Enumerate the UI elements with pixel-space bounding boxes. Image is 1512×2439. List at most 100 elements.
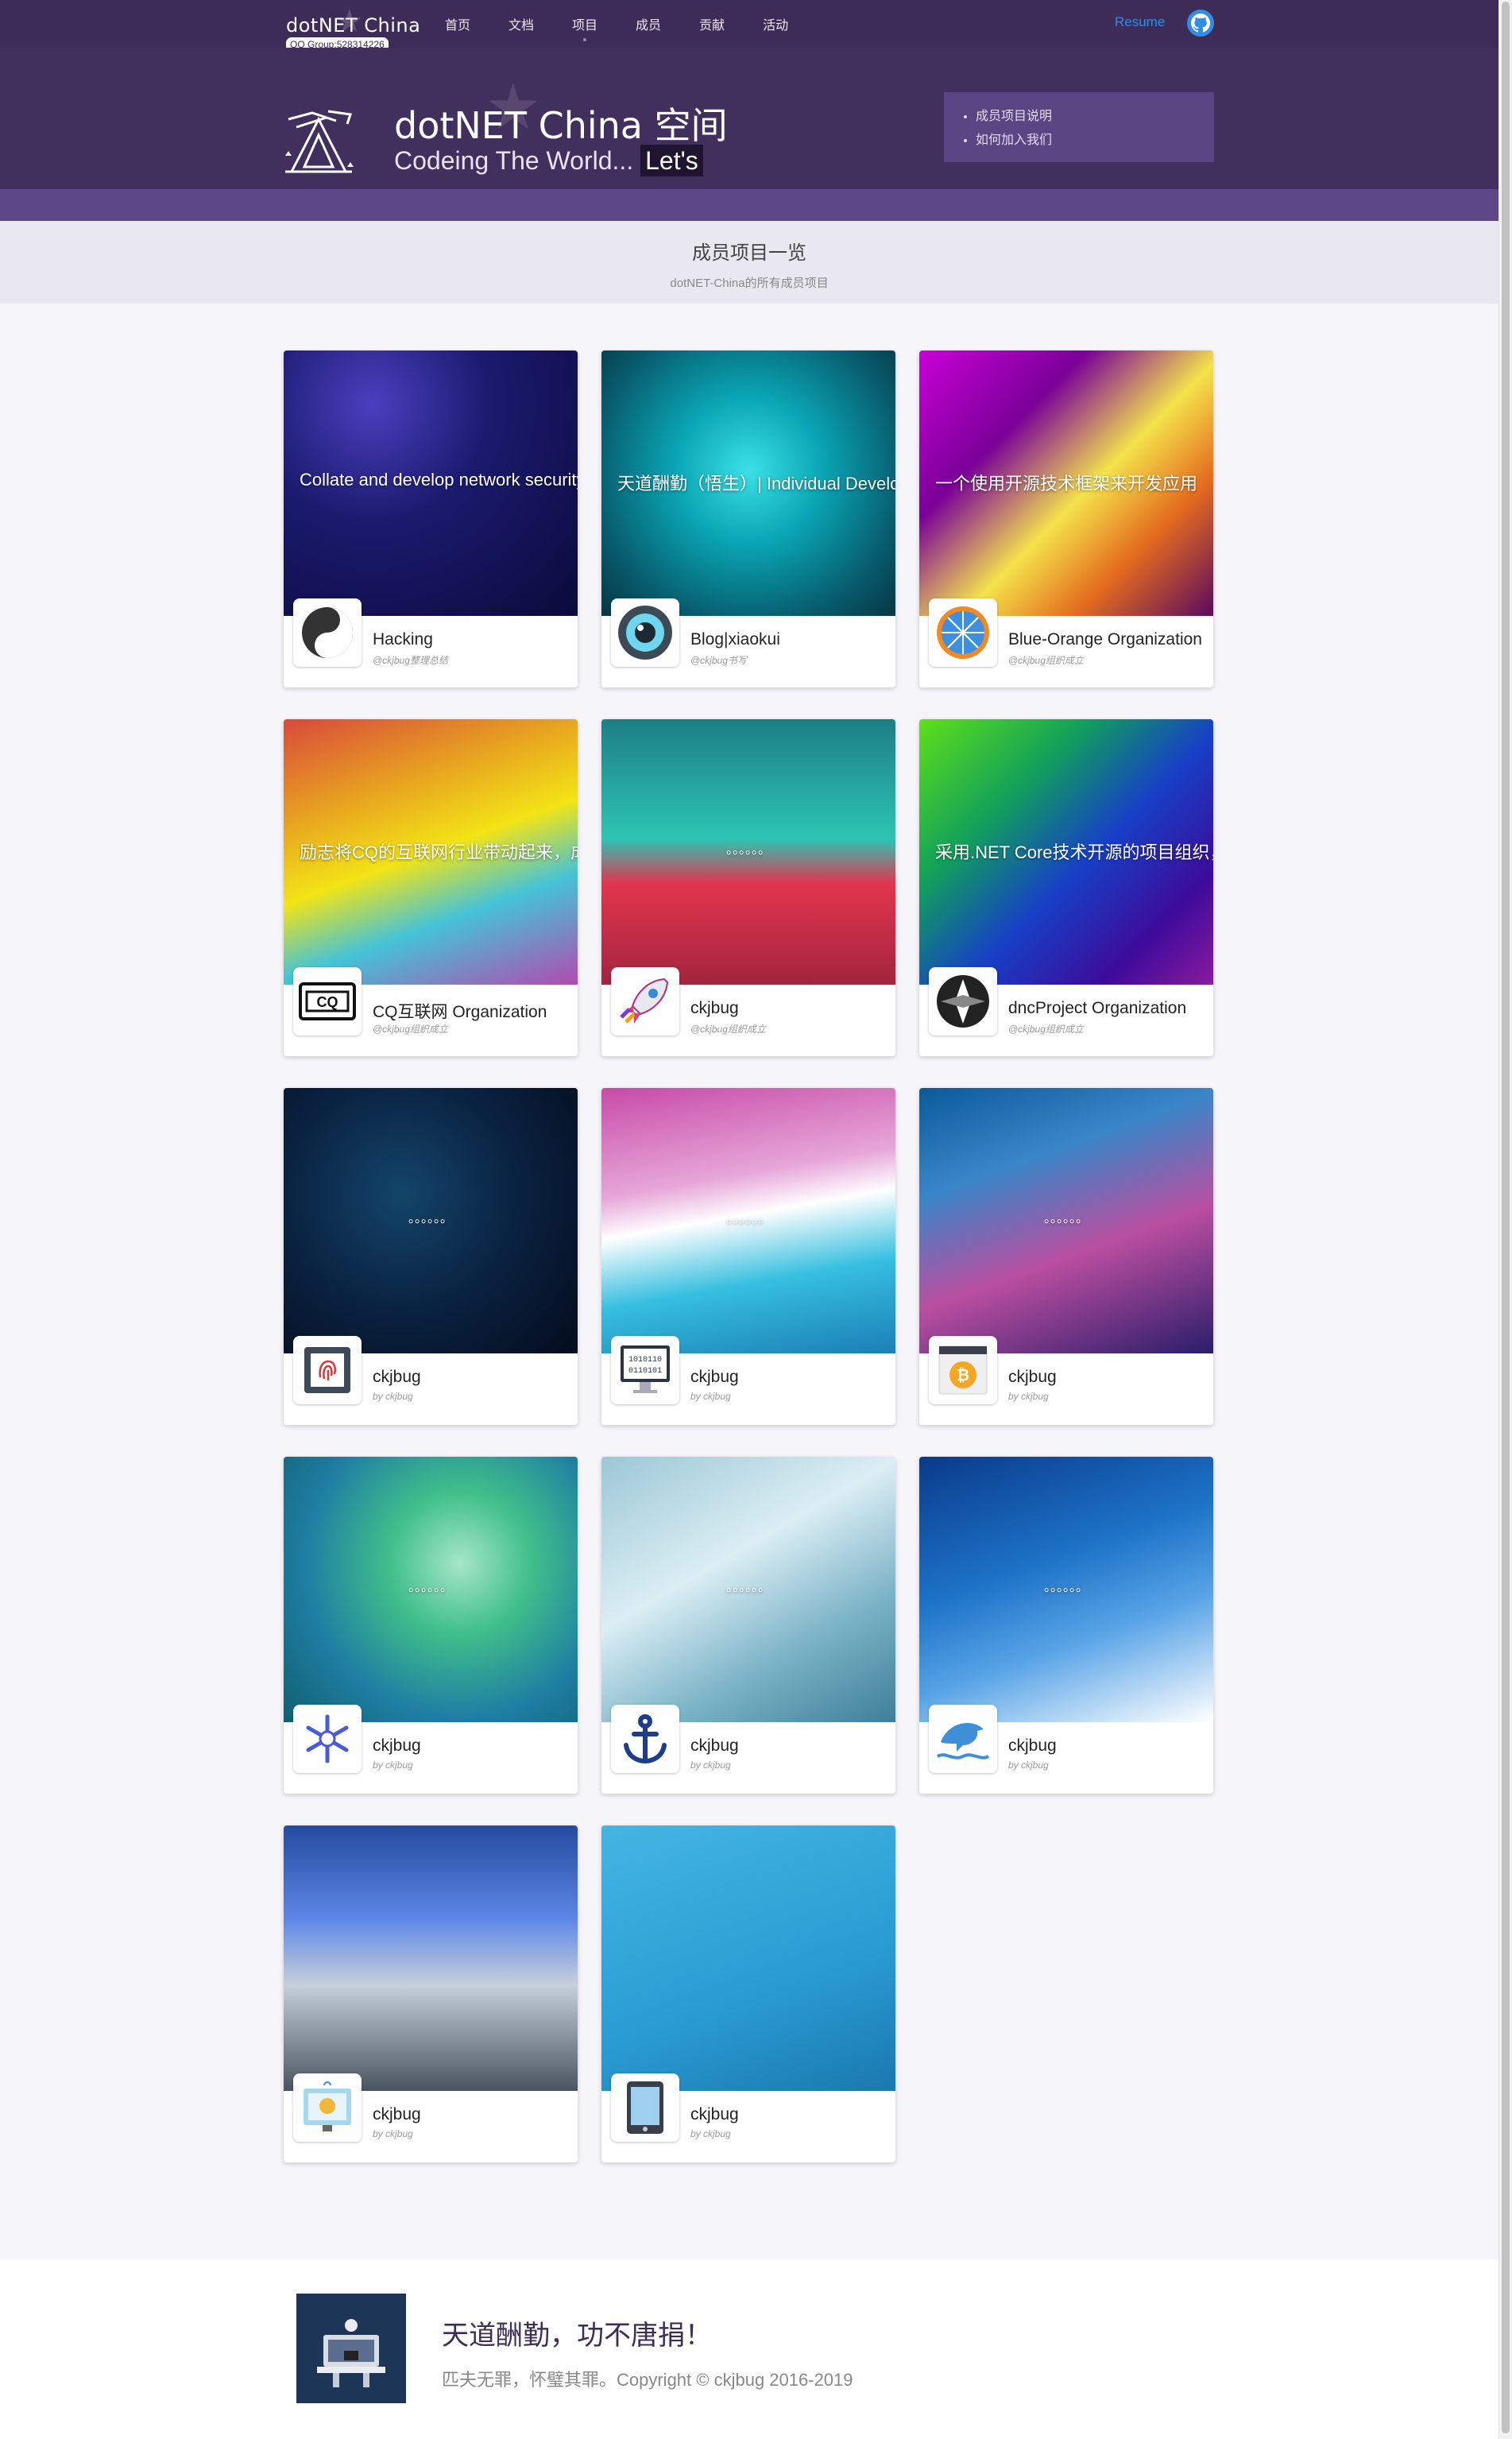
project-name[interactable]: ckjbug <box>373 1368 421 1387</box>
nav-item-home[interactable]: 首页 <box>445 14 470 33</box>
project-cover-image[interactable]: 。。。。。。 <box>284 1088 578 1353</box>
project-name[interactable]: Blog|xiaokui <box>690 630 780 649</box>
project-card[interactable]: Collate and develop network security Hack… <box>284 350 578 687</box>
project-name[interactable]: ckjbug <box>690 2105 739 2124</box>
project-cover-image[interactable]: 。。。。。。 <box>919 1088 1213 1353</box>
project-name[interactable]: dncProject Organization <box>1008 999 1186 1018</box>
project-card[interactable]: 采用.NET Core技术开源的项目组织， dncProject Organiza… <box>919 719 1213 1056</box>
project-card[interactable]: 。。。。。。 ₿ ckjbug by ckjbug <box>919 1088 1213 1425</box>
bitcoin-icon: ₿ <box>929 1336 997 1404</box>
project-cover-image[interactable]: Collate and develop network security <box>284 350 578 616</box>
footer-heading: 天道酬勤，功不唐捐！ <box>442 2320 712 2352</box>
cq-icon: CQ <box>293 967 362 1036</box>
project-description: 。。。。。。 <box>725 1581 771 1594</box>
project-author: by ckjbug <box>1008 1760 1049 1771</box>
project-card[interactable]: 励志将CQ的互联网行业带动起来，成 CQ CQ互联网 Organization @ck… <box>284 719 578 1056</box>
star-icon: ★ <box>335 4 364 39</box>
tablet-icon <box>611 2073 679 2142</box>
project-cover-image[interactable]: 励志将CQ的互联网行业带动起来，成 <box>284 719 578 985</box>
top-navbar: ★ dotNET China QQ Group:528314226 首页 文档 … <box>0 0 1498 52</box>
project-author: @ckjbug组织成立 <box>1008 1024 1084 1035</box>
project-cover-image[interactable]: 。。。。。。 <box>284 1457 578 1722</box>
project-author: @ckjbug组织成立 <box>373 1024 448 1035</box>
project-description: 一个使用开源技术框架来开发应用 <box>935 474 1198 494</box>
camera-lens-icon <box>611 598 679 667</box>
project-card[interactable]: 。。。。。。 ckjbug by ckjbug <box>601 1457 895 1794</box>
footer: 天道酬勤，功不唐捐！ 匹夫无罪，怀璧其罪。Copyright © ckjbug … <box>0 2259 1498 2439</box>
nav-item-docs[interactable]: 文档 <box>509 14 534 33</box>
rocket-icon <box>611 967 679 1036</box>
binary-monitor-icon: 1010110 0110101 <box>611 1336 679 1404</box>
svg-text:CQ: CQ <box>317 994 338 1010</box>
project-description: 采用.NET Core技术开源的项目组织， <box>935 842 1213 862</box>
side-link-join-us[interactable]: 如何加入我们 <box>976 129 1214 153</box>
project-author: by ckjbug <box>690 1760 731 1771</box>
cover-background <box>601 1825 895 2091</box>
project-card[interactable]: 。。。。。。 ckjbug by ckjbug <box>919 1457 1213 1794</box>
side-link-project-guide[interactable]: 成员项目说明 <box>976 105 1214 129</box>
project-card[interactable]: 。。。。。。 1010110 0110101 ckjbug by ckjbug <box>601 1088 895 1425</box>
project-name[interactable]: ckjbug <box>690 999 739 1018</box>
resume-link[interactable]: Resume <box>1115 14 1165 30</box>
hero-side-links: 成员项目说明 如何加入我们 <box>944 92 1214 162</box>
project-card[interactable]: 天道酬勤（悟生）| Individual Developer Blog|xiaok… <box>601 350 895 687</box>
project-cover-image[interactable]: 。。。。。。 <box>601 719 895 985</box>
nav-item-projects[interactable]: 项目 <box>572 14 597 41</box>
project-description: 励志将CQ的互联网行业带动起来，成 <box>300 842 578 862</box>
page-scrollbar[interactable] <box>1498 0 1512 2439</box>
hero-title: dotNET China 空间 <box>394 104 728 147</box>
project-name[interactable]: ckjbug <box>373 2105 421 2124</box>
anchor-icon <box>611 1705 679 1773</box>
section-header: 成员项目一览 dotNET-China的所有成员项目 <box>0 221 1498 304</box>
project-author: by ckjbug <box>373 1760 413 1771</box>
project-name[interactable]: Blue-Orange Organization <box>1008 630 1202 649</box>
project-card[interactable]: ckjbug by ckjbug <box>601 1825 895 2162</box>
project-cover-image[interactable] <box>601 1825 895 2091</box>
svg-text:₿: ₿ <box>957 1367 969 1384</box>
nav-item-contribute[interactable]: 贡献 <box>699 14 725 33</box>
snowflake-icon <box>293 1705 362 1773</box>
project-card[interactable]: ckjbug by ckjbug <box>284 1825 578 2162</box>
project-author: by ckjbug <box>690 2128 731 2139</box>
project-name[interactable]: ckjbug <box>1008 1368 1057 1387</box>
project-description: 天道酬勤（悟生）| Individual Developer <box>617 474 895 494</box>
project-cover-image[interactable]: 。。。。。。 <box>601 1088 895 1353</box>
svg-text:1010110: 1010110 <box>628 1356 662 1365</box>
project-description: 。。。。。。 <box>408 1581 453 1594</box>
hero-band <box>0 189 1498 221</box>
hero-subtitle: Codeing The World... Let's <box>394 145 703 176</box>
svg-text:0110101: 0110101 <box>628 1367 662 1376</box>
project-description: 。。。。。。 <box>1043 1581 1089 1594</box>
project-name[interactable]: ckjbug <box>690 1368 739 1387</box>
project-cover-image[interactable]: 天道酬勤（悟生）| Individual Developer <box>601 350 895 616</box>
project-card[interactable]: 。。。。。。 ckjbug by ckjbug <box>284 1457 578 1794</box>
dnc-icon <box>929 967 997 1036</box>
display-board-icon <box>293 2073 362 2142</box>
project-name[interactable]: CQ互联网 Organization <box>373 999 547 1023</box>
project-author: by ckjbug <box>373 2128 413 2139</box>
project-name[interactable]: Hacking <box>373 630 433 649</box>
project-name[interactable]: ckjbug <box>373 1736 421 1756</box>
scrollbar-thumb[interactable] <box>1502 2 1510 2433</box>
project-description: 。。。。。。 <box>408 1212 453 1225</box>
project-cover-image[interactable]: 一个使用开源技术框架来开发应用 <box>919 350 1213 616</box>
nav-item-events[interactable]: 活动 <box>763 14 788 33</box>
project-name[interactable]: ckjbug <box>690 1736 739 1756</box>
project-cover-image[interactable]: 。。。。。。 <box>919 1457 1213 1722</box>
project-cover-image[interactable]: 采用.NET Core技术开源的项目组织， <box>919 719 1213 985</box>
hero-banner: ★ dotNET China 空间 Codeing The World... L… <box>0 48 1498 189</box>
cover-background <box>284 1825 578 2091</box>
hero-subtitle-highlight: Let's <box>640 145 703 176</box>
project-cover-image[interactable]: 。。。。。。 <box>601 1457 895 1722</box>
project-author: @ckjbug整理总结 <box>373 655 448 666</box>
nav-item-members[interactable]: 成员 <box>636 14 661 33</box>
github-icon[interactable] <box>1187 10 1214 37</box>
project-card[interactable]: 。。。。。。 ckjbug by ckjbug <box>284 1088 578 1425</box>
project-name[interactable]: ckjbug <box>1008 1736 1057 1756</box>
project-card[interactable]: 一个使用开源技术框架来开发应用 Blue-Orange Organization @… <box>919 350 1213 687</box>
project-card[interactable]: 。。。。。。 ckjbug @ckjbug组织成立 <box>601 719 895 1056</box>
orange-icon <box>929 598 997 667</box>
project-cover-image[interactable] <box>284 1825 578 2091</box>
site-logo[interactable]: ★ dotNET China QQ Group:528314226 <box>286 4 420 52</box>
footer-copyright: 匹夫无罪，怀璧其罪。Copyright © ckjbug 2016-2019 <box>442 2370 853 2390</box>
